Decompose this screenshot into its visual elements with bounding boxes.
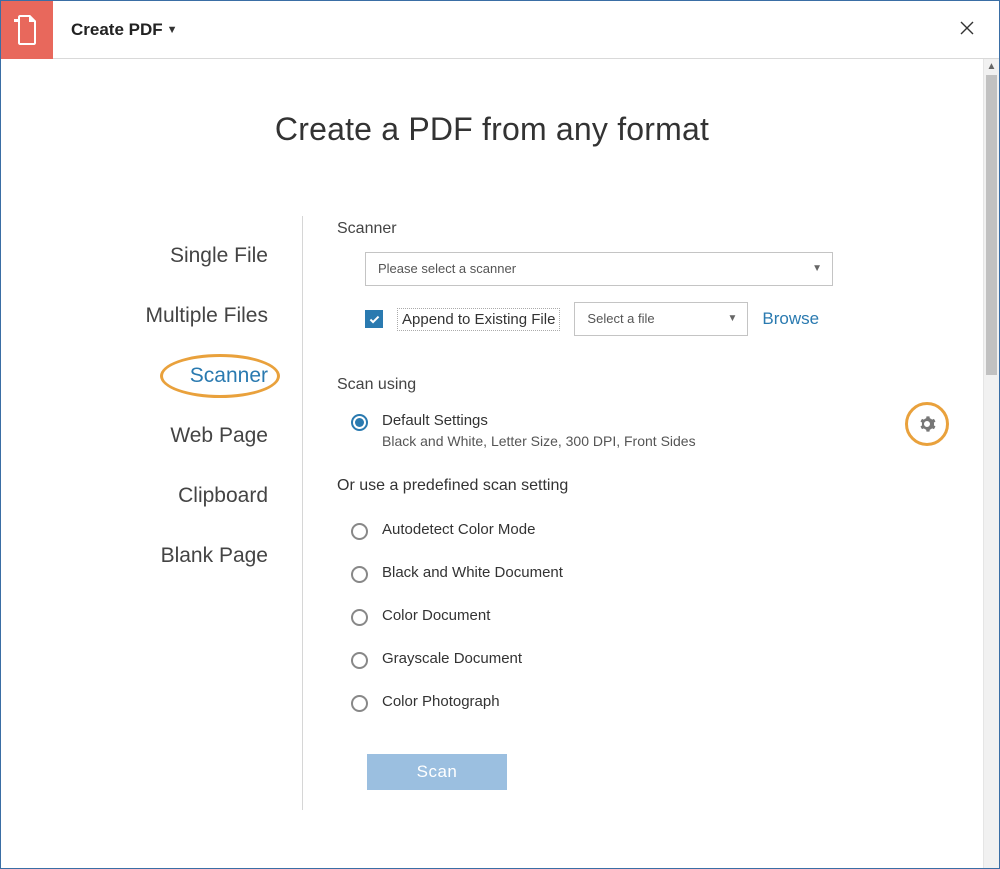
radio-label: Autodetect Color Mode [382, 521, 535, 538]
chevron-down-icon: ▼ [812, 253, 822, 285]
scanner-pane: Scanner Please select a scanner ▼ Append… [303, 216, 943, 810]
radio-default-settings[interactable]: Default Settings Black and White, Letter… [337, 408, 943, 459]
check-icon [368, 313, 381, 326]
pdf-icon [14, 15, 40, 45]
chevron-down-icon: ▼ [167, 24, 178, 36]
vertical-scrollbar[interactable]: ▲ [983, 59, 999, 868]
gear-icon [918, 415, 936, 433]
append-checkbox[interactable] [365, 310, 383, 328]
settings-button[interactable] [905, 402, 949, 446]
sidebar-item-label: Scanner [190, 364, 268, 387]
scrollbar-thumb[interactable] [986, 75, 997, 375]
radio-icon [351, 609, 368, 626]
scanner-select-placeholder: Please select a scanner [378, 261, 516, 276]
source-sidebar: Single File Multiple Files Scanner Web P… [41, 216, 303, 810]
title-label: Create PDF [71, 20, 163, 40]
close-icon [959, 20, 975, 36]
radio-icon [351, 523, 368, 540]
sidebar-item-multiple-files[interactable]: Multiple Files [41, 286, 302, 346]
scan-using-label: Scan using [337, 376, 943, 394]
file-select-placeholder: Select a file [587, 311, 654, 326]
scroll-up-arrow[interactable]: ▲ [984, 59, 999, 75]
radio-bw-document[interactable]: Black and White Document [337, 552, 943, 595]
radio-color-photograph[interactable]: Color Photograph [337, 681, 943, 724]
topbar: Create PDF ▼ [1, 1, 999, 59]
scanner-section-label: Scanner [337, 220, 943, 238]
close-button[interactable] [953, 14, 981, 45]
sidebar-item-blank-page[interactable]: Blank Page [41, 526, 302, 586]
sidebar-item-web-page[interactable]: Web Page [41, 406, 302, 466]
sidebar-item-scanner[interactable]: Scanner [41, 346, 302, 406]
radio-label: Black and White Document [382, 564, 563, 581]
content-region: Create a PDF from any format Single File… [1, 59, 983, 868]
scan-button[interactable]: Scan [367, 754, 507, 790]
radio-icon [351, 566, 368, 583]
radio-grayscale-document[interactable]: Grayscale Document [337, 638, 943, 681]
radio-autodetect[interactable]: Autodetect Color Mode [337, 509, 943, 552]
app-logo [1, 1, 53, 59]
radio-icon [351, 652, 368, 669]
default-settings-desc: Black and White, Letter Size, 300 DPI, F… [382, 433, 696, 449]
scanner-select[interactable]: Please select a scanner ▼ [365, 252, 833, 286]
predefined-label: Or use a predefined scan setting [337, 477, 943, 495]
sidebar-item-clipboard[interactable]: Clipboard [41, 466, 302, 526]
radio-label: Grayscale Document [382, 650, 522, 667]
radio-label: Color Photograph [382, 693, 500, 710]
chevron-down-icon: ▼ [728, 303, 738, 335]
sidebar-item-single-file[interactable]: Single File [41, 226, 302, 286]
title-dropdown[interactable]: Create PDF ▼ [71, 20, 178, 40]
file-select[interactable]: Select a file ▼ [574, 302, 748, 336]
radio-icon [351, 695, 368, 712]
radio-icon [351, 414, 368, 431]
radio-color-document[interactable]: Color Document [337, 595, 943, 638]
append-label: Append to Existing File [397, 308, 560, 331]
radio-label: Color Document [382, 607, 490, 624]
browse-link[interactable]: Browse [762, 309, 819, 329]
page-title: Create a PDF from any format [1, 111, 983, 148]
default-settings-label: Default Settings [382, 412, 696, 429]
